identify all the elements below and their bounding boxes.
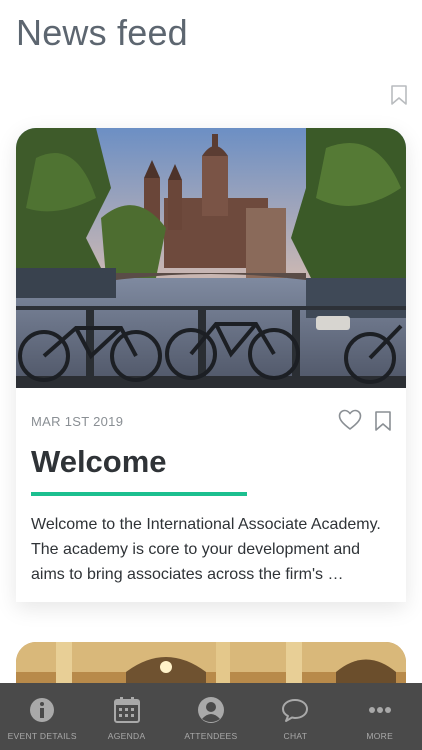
card-image: [16, 128, 406, 388]
tab-label: EVENT DETAILS: [7, 731, 77, 741]
chat-bubble-icon: [282, 699, 309, 722]
tab-label: MORE: [366, 731, 394, 741]
card-title: Welcome: [31, 444, 167, 479]
bookmark-icon[interactable]: [374, 411, 392, 431]
tab-more[interactable]: MORE: [338, 683, 422, 750]
person-icon: [197, 697, 224, 723]
tab-attendees[interactable]: ATTENDEES: [169, 683, 253, 750]
more-dots-icon: [368, 707, 391, 713]
news-card[interactable]: MAR 1ST 2019 Welcome Welcome to the Inte…: [16, 128, 406, 602]
heart-icon[interactable]: [338, 409, 362, 431]
title-underline: [31, 492, 247, 496]
tab-event-details[interactable]: EVENT DETAILS: [0, 683, 84, 750]
info-icon: [30, 698, 55, 722]
tab-label: AGENDA: [107, 731, 146, 741]
page-title: News feed: [16, 12, 188, 53]
bookmark-icon[interactable]: [390, 85, 408, 105]
tab-label: CHAT: [283, 731, 308, 741]
card-date: MAR 1ST 2019: [31, 414, 124, 429]
tab-agenda[interactable]: AGENDA: [85, 683, 169, 750]
tab-chat[interactable]: CHAT: [253, 683, 337, 750]
calendar-icon: [113, 697, 140, 723]
tab-bar: EVENT DETAILS AGENDA ATTENDEES CHAT MORE: [0, 683, 422, 750]
tab-label: ATTENDEES: [184, 731, 238, 741]
card-excerpt: Welcome to the International Associate A…: [31, 516, 381, 583]
card-body: MAR 1ST 2019 Welcome Welcome to the Inte…: [16, 388, 406, 602]
